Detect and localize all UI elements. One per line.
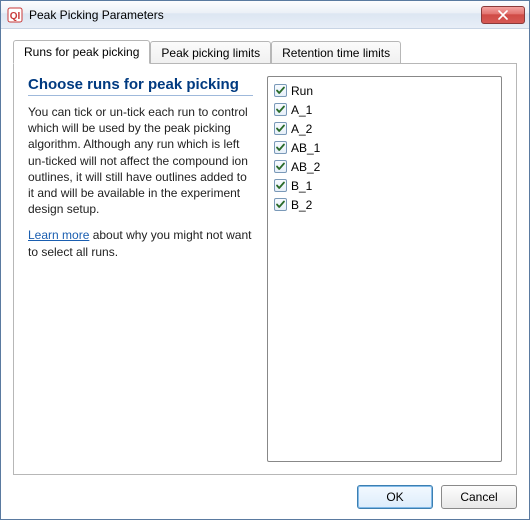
tab-label: Runs for peak picking bbox=[24, 45, 139, 59]
tab-2[interactable]: Retention time limits bbox=[271, 41, 401, 63]
list-item[interactable]: AB_1 bbox=[274, 138, 495, 157]
run-checkbox[interactable] bbox=[274, 122, 287, 135]
dialog-window: QI Peak Picking Parameters Runs for peak… bbox=[0, 0, 530, 520]
panel-heading: Choose runs for peak picking bbox=[28, 76, 253, 93]
list-item[interactable]: A_1 bbox=[274, 100, 495, 119]
list-item[interactable]: B_1 bbox=[274, 176, 495, 195]
learn-more-paragraph: Learn more about why you might not want … bbox=[28, 227, 253, 259]
window-title: Peak Picking Parameters bbox=[29, 8, 481, 22]
tab-panel-runs: Choose runs for peak picking You can tic… bbox=[13, 63, 517, 475]
check-icon bbox=[275, 180, 286, 191]
check-icon bbox=[275, 161, 286, 172]
list-item[interactable]: AB_2 bbox=[274, 157, 495, 176]
app-icon: QI bbox=[7, 7, 23, 23]
run-checkbox[interactable] bbox=[274, 198, 287, 211]
heading-divider bbox=[28, 95, 253, 96]
run-label: Run bbox=[291, 84, 313, 98]
tab-bar: Runs for peak picking Peak picking limits… bbox=[13, 39, 517, 63]
left-column: Choose runs for peak picking You can tic… bbox=[28, 76, 253, 462]
ok-button[interactable]: OK bbox=[357, 485, 433, 509]
learn-more-link[interactable]: Learn more bbox=[28, 228, 89, 242]
panel-description: You can tick or un-tick each run to cont… bbox=[28, 104, 253, 217]
run-checkbox[interactable] bbox=[274, 160, 287, 173]
dialog-footer: OK Cancel bbox=[1, 475, 529, 519]
run-checkbox[interactable] bbox=[274, 141, 287, 154]
run-label: B_2 bbox=[291, 198, 312, 212]
list-item[interactable]: A_2 bbox=[274, 119, 495, 138]
titlebar: QI Peak Picking Parameters bbox=[1, 1, 529, 29]
run-checkbox[interactable] bbox=[274, 103, 287, 116]
dialog-body: Runs for peak picking Peak picking limits… bbox=[1, 29, 529, 475]
check-icon bbox=[275, 199, 286, 210]
run-label: B_1 bbox=[291, 179, 312, 193]
close-button[interactable] bbox=[481, 6, 525, 24]
runs-listbox[interactable]: Run A_1 A_2 AB_1 AB_2 B_1 B_2 bbox=[267, 76, 502, 462]
check-icon bbox=[275, 142, 286, 153]
cancel-button-label: Cancel bbox=[460, 490, 497, 504]
right-column: Run A_1 A_2 AB_1 AB_2 B_1 B_2 bbox=[267, 76, 502, 462]
check-icon bbox=[275, 104, 286, 115]
run-label: AB_1 bbox=[291, 141, 320, 155]
tab-label: Peak picking limits bbox=[161, 46, 260, 60]
run-label: A_1 bbox=[291, 103, 312, 117]
run-label: A_2 bbox=[291, 122, 312, 136]
tab-0[interactable]: Runs for peak picking bbox=[13, 40, 150, 64]
list-item[interactable]: Run bbox=[274, 81, 495, 100]
list-item[interactable]: B_2 bbox=[274, 195, 495, 214]
ok-button-label: OK bbox=[386, 490, 403, 504]
cancel-button[interactable]: Cancel bbox=[441, 485, 517, 509]
close-icon bbox=[498, 10, 508, 20]
check-icon bbox=[275, 85, 286, 96]
run-checkbox[interactable] bbox=[274, 84, 287, 97]
check-icon bbox=[275, 123, 286, 134]
svg-text:QI: QI bbox=[10, 11, 21, 22]
tab-label: Retention time limits bbox=[282, 46, 390, 60]
tab-1[interactable]: Peak picking limits bbox=[150, 41, 271, 63]
run-checkbox[interactable] bbox=[274, 179, 287, 192]
run-label: AB_2 bbox=[291, 160, 320, 174]
